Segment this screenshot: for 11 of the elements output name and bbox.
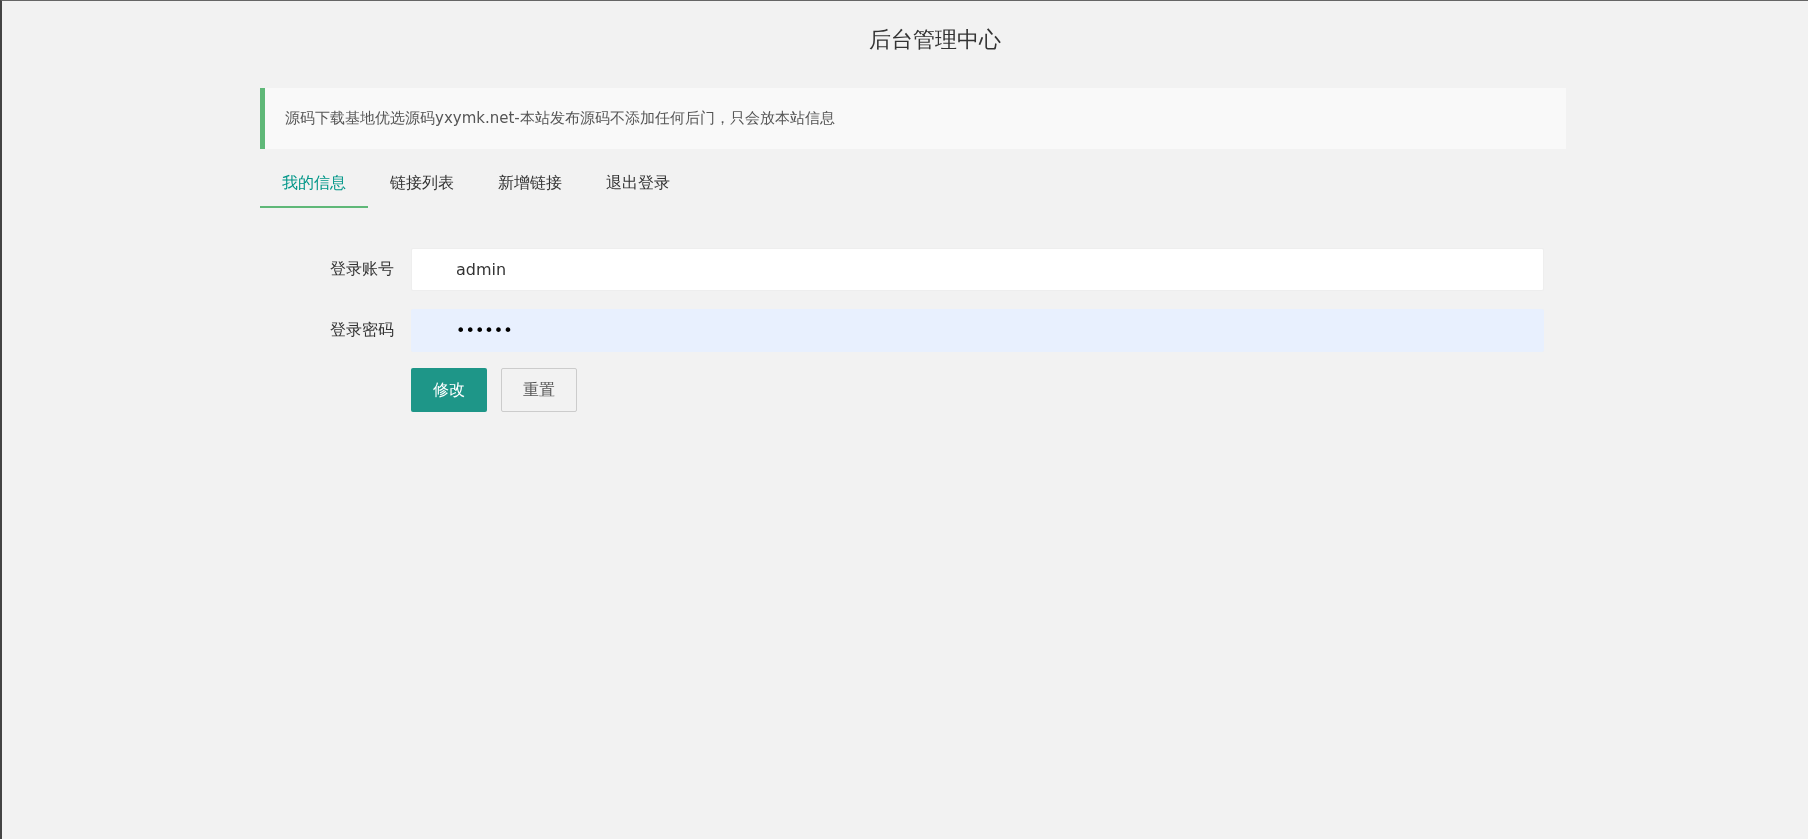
tab[interactable]: 链接列表 — [368, 160, 476, 208]
notice-banner: 源码下载基地优选源码yxymk.net-本站发布源码不添加任何后门，只会放本站信息 — [260, 88, 1566, 149]
tab[interactable]: 新增链接 — [476, 160, 584, 208]
submit-button[interactable]: 修改 — [411, 368, 487, 412]
field-label: 登录账号 — [329, 259, 395, 280]
account-field[interactable]: admin — [411, 248, 1544, 291]
field-label: 登录密码 — [329, 320, 395, 341]
reset-button[interactable]: 重置 — [501, 368, 577, 412]
tab[interactable]: 退出登录 — [584, 160, 692, 208]
password-field[interactable]: •••••• — [411, 309, 1544, 352]
page-title: 后台管理中心 — [868, 26, 1001, 54]
